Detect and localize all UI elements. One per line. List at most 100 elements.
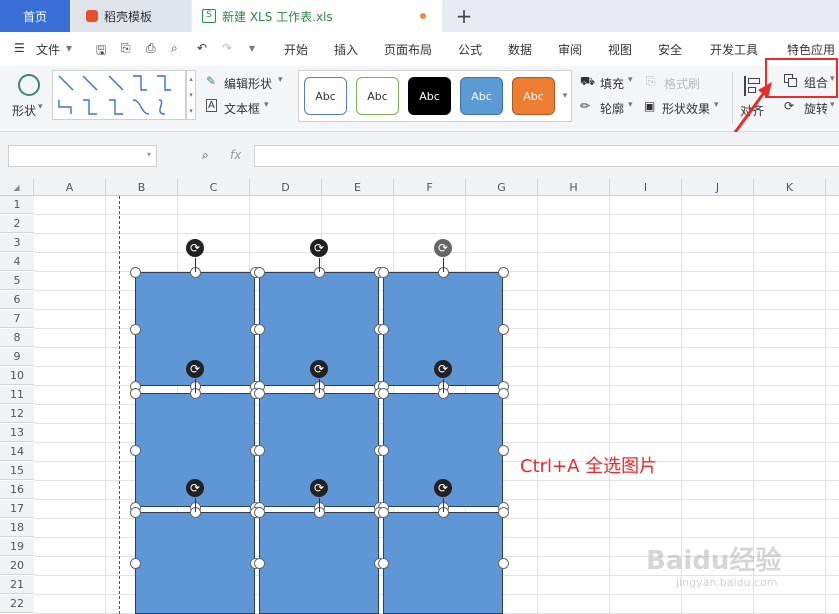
blue-square-shape[interactable] — [259, 512, 379, 614]
blue-square-shape[interactable] — [135, 512, 255, 614]
menu-developer[interactable]: 开发工具 — [710, 41, 758, 58]
select-all-corner[interactable]: ◢ — [0, 178, 34, 196]
row-header-11[interactable]: 11 — [0, 386, 34, 404]
row-header-4[interactable]: 4 — [0, 253, 34, 271]
fx-icon[interactable]: fx — [230, 148, 241, 162]
tab-home[interactable]: 首页 — [0, 0, 70, 32]
resize-handle[interactable] — [253, 444, 265, 456]
resize-handle[interactable] — [129, 266, 141, 278]
row-header-22[interactable]: 22 — [0, 595, 34, 613]
row-header-18[interactable]: 18 — [0, 519, 34, 537]
column-header-a[interactable]: A — [34, 178, 106, 196]
resize-handle[interactable] — [253, 387, 265, 399]
resize-handle[interactable] — [497, 323, 509, 335]
chevron-down-icon[interactable]: ▾ — [66, 41, 72, 55]
resize-handle[interactable] — [129, 444, 141, 456]
row-header-17[interactable]: 17 — [0, 500, 34, 518]
row-header-13[interactable]: 13 — [0, 424, 34, 442]
row-header-12[interactable]: 12 — [0, 405, 34, 423]
column-header-j[interactable]: J — [682, 178, 754, 196]
rotate-button[interactable]: ⟳ 旋转 ▾ — [784, 99, 838, 117]
resize-handle[interactable] — [497, 444, 509, 456]
row-header-8[interactable]: 8 — [0, 329, 34, 347]
shape-style-blue[interactable]: Abc — [460, 77, 503, 115]
shape-style-outline-blue[interactable]: Abc — [304, 77, 347, 115]
resize-handle[interactable] — [129, 323, 141, 335]
row-header-2[interactable]: 2 — [0, 215, 34, 233]
resize-handle[interactable] — [129, 557, 141, 569]
tab-template[interactable]: 稻壳模板 — [72, 0, 190, 32]
row-header-5[interactable]: 5 — [0, 272, 34, 290]
shape-button[interactable]: 形状 ▾ — [10, 72, 46, 122]
rotate-handle-icon[interactable]: ⟳ — [310, 360, 328, 378]
row-header-10[interactable]: 10 — [0, 367, 34, 385]
outline-button[interactable]: ✏ 轮廓 ▾ — [580, 99, 640, 117]
row-header-6[interactable]: 6 — [0, 291, 34, 309]
row-header-21[interactable]: 21 — [0, 576, 34, 594]
menu-insert[interactable]: 插入 — [334, 41, 358, 58]
resize-handle[interactable] — [377, 557, 389, 569]
hamburger-icon[interactable]: ☰ — [14, 41, 25, 55]
gallery-scrollbar[interactable]: ▴ ▾ ▾ — [186, 70, 196, 120]
quick-access-dropdown-icon[interactable]: ▾ — [249, 41, 255, 55]
shape-style-orange[interactable]: Abc — [512, 77, 555, 115]
column-header-d[interactable]: D — [250, 178, 322, 196]
menu-special[interactable]: 特色应用 — [787, 41, 835, 58]
resize-handle[interactable] — [253, 323, 265, 335]
column-header-f[interactable]: F — [394, 178, 466, 196]
column-header-k[interactable]: K — [754, 178, 826, 196]
edit-shape-button[interactable]: ✎ 编辑形状 ▾ — [206, 74, 296, 92]
rotate-handle-icon[interactable]: ⟳ — [310, 239, 328, 257]
row-header-9[interactable]: 9 — [0, 348, 34, 366]
row-header-15[interactable]: 15 — [0, 462, 34, 480]
row-header-20[interactable]: 20 — [0, 557, 34, 575]
blue-square-shape[interactable] — [383, 512, 503, 614]
resize-handle[interactable] — [377, 444, 389, 456]
resize-handle[interactable] — [377, 387, 389, 399]
rotate-handle-icon[interactable]: ⟳ — [186, 479, 204, 497]
shape-style-outline-green[interactable]: Abc — [356, 77, 399, 115]
column-header-i[interactable]: I — [610, 178, 682, 196]
row-header-1[interactable]: 1 — [0, 196, 34, 214]
resize-handle[interactable] — [497, 506, 509, 518]
undo-icon[interactable]: ↶ — [197, 41, 207, 55]
column-header-h[interactable]: H — [538, 178, 610, 196]
menu-review[interactable]: 审阅 — [558, 41, 582, 58]
menu-formula[interactable]: 公式 — [458, 41, 482, 58]
format-painter-button[interactable]: ⎘ 格式刷 — [646, 74, 706, 92]
menu-home[interactable]: 开始 — [284, 41, 308, 58]
resize-handle[interactable] — [129, 387, 141, 399]
menu-page-layout[interactable]: 页面布局 — [384, 41, 432, 58]
resize-handle[interactable] — [497, 557, 509, 569]
print-icon[interactable]: ⎙ — [146, 41, 156, 56]
tab-file[interactable]: S 新建 XLS 工作表.xls — [192, 0, 442, 32]
column-header-e[interactable]: E — [322, 178, 394, 196]
row-header-16[interactable]: 16 — [0, 481, 34, 499]
rotate-handle-icon[interactable]: ⟳ — [186, 360, 204, 378]
textbox-button[interactable]: A 文本框 ▾ — [206, 99, 296, 117]
fill-button[interactable]: ⛟ 填充 ▾ — [580, 74, 640, 92]
row-header-3[interactable]: 3 — [0, 234, 34, 252]
resize-handle[interactable] — [253, 266, 265, 278]
redo-icon[interactable]: ↷ — [222, 41, 232, 55]
menu-data[interactable]: 数据 — [508, 41, 532, 58]
resize-handle[interactable] — [497, 387, 509, 399]
resize-handle[interactable] — [497, 266, 509, 278]
column-header-b[interactable]: B — [106, 178, 178, 196]
zoom-search-icon[interactable]: ⌕ — [202, 148, 209, 163]
style-gallery-more[interactable]: ▾ — [560, 72, 570, 120]
print-preview-icon[interactable]: ⌕ — [171, 41, 178, 56]
resize-handle[interactable] — [377, 266, 389, 278]
shape-style-black[interactable]: Abc — [408, 77, 451, 115]
shape-gallery[interactable] — [52, 70, 186, 120]
resize-handle[interactable] — [377, 506, 389, 518]
menu-file[interactable]: 文件 — [36, 41, 60, 58]
menu-security[interactable]: 安全 — [658, 41, 682, 58]
formula-input[interactable] — [254, 145, 839, 167]
row-header-14[interactable]: 14 — [0, 443, 34, 461]
row-header-19[interactable]: 19 — [0, 538, 34, 556]
column-header-g[interactable]: G — [466, 178, 538, 196]
column-header-c[interactable]: C — [178, 178, 250, 196]
save-icon[interactable]: 🖫 — [96, 41, 106, 62]
rotate-handle-icon[interactable]: ⟳ — [186, 239, 204, 257]
